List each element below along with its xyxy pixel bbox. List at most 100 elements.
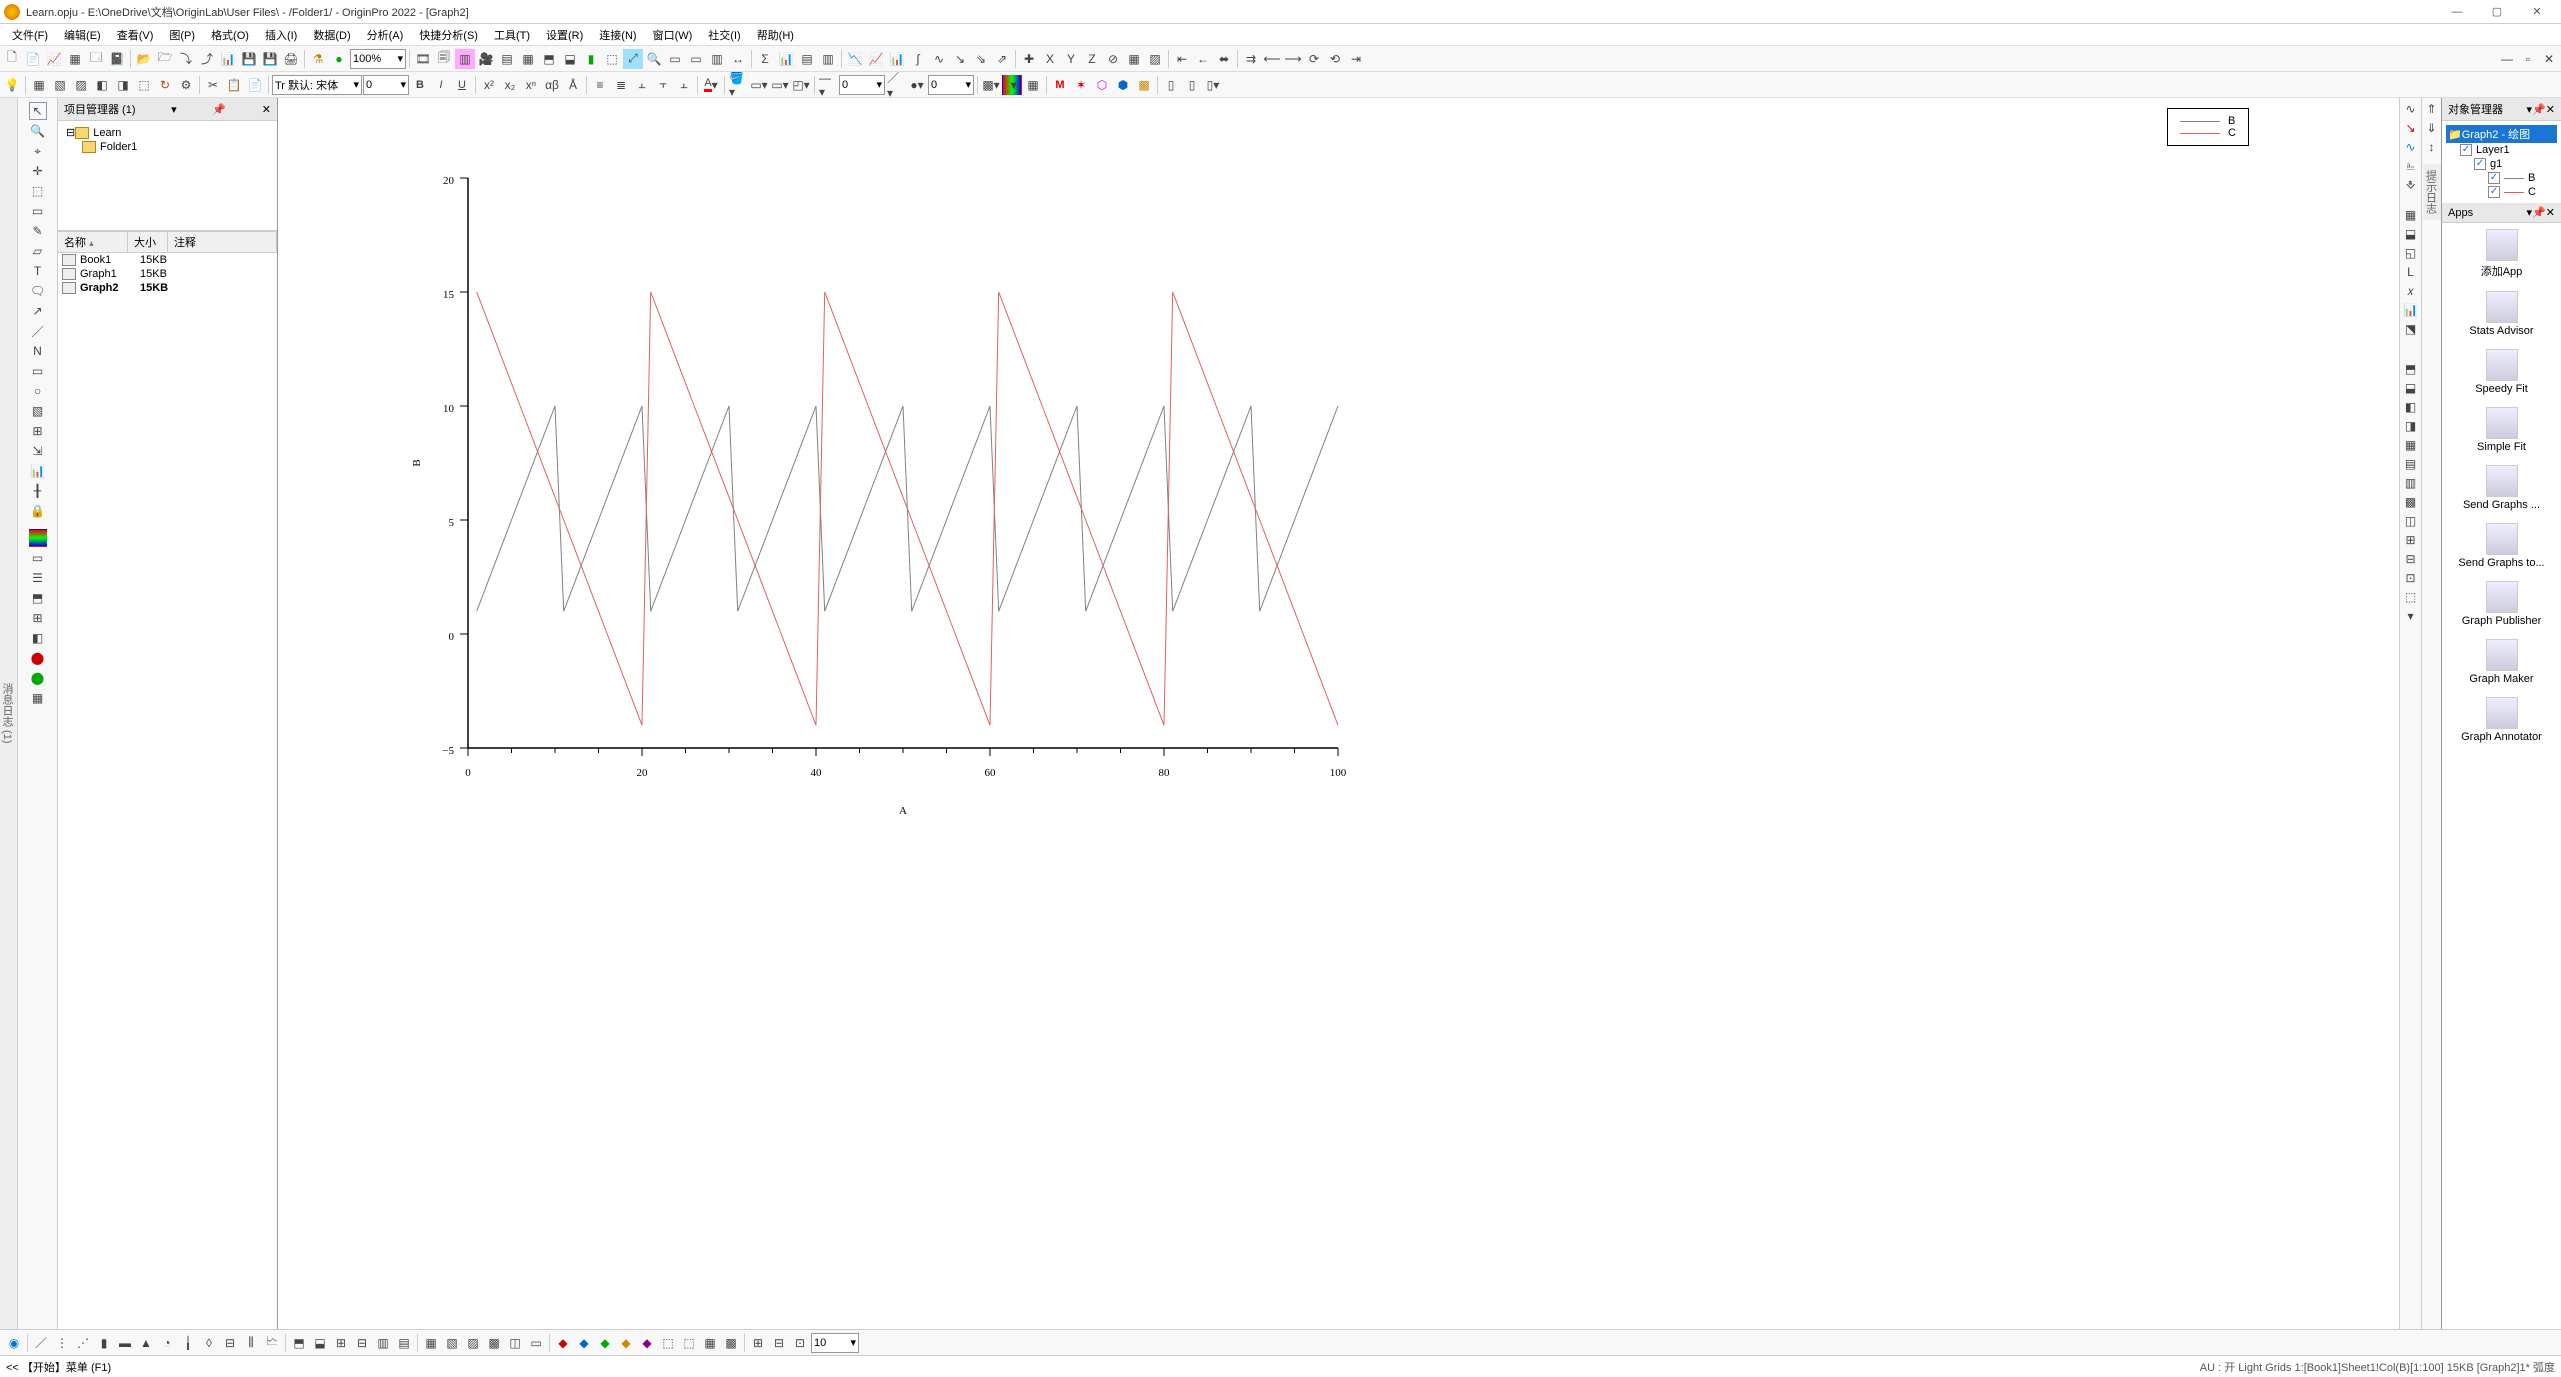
align-bot-button[interactable]: ⫠ — [674, 75, 694, 95]
pe-folder[interactable]: Folder1 — [62, 140, 273, 154]
rs-9b[interactable]: 𝑥 — [2402, 282, 2420, 300]
tb-btn-13[interactable]: ⇘ — [971, 49, 991, 69]
tb-btn-6[interactable]: ▤ — [797, 49, 817, 69]
bb-area-plot[interactable]: ▲ — [136, 1333, 156, 1353]
bb-box-plot[interactable]: ⊟ — [220, 1333, 240, 1353]
app-item[interactable]: Send Graphs to... — [2442, 517, 2561, 575]
bb-b5[interactable]: ▥ — [373, 1333, 393, 1353]
new-project-button[interactable]: 🗋 — [2, 49, 22, 69]
bb-e1[interactable]: ⊞ — [748, 1333, 768, 1353]
open-template-button[interactable]: 🗁 — [155, 49, 175, 69]
col-name[interactable]: 名称 ▴ — [58, 232, 128, 252]
tb-btn-2[interactable]: ▭ — [665, 49, 685, 69]
pe-pin-icon[interactable]: 📌 — [212, 103, 226, 116]
bb-b4[interactable]: ⊟ — [352, 1333, 372, 1353]
bb-hist-plot[interactable]: ⫼ — [241, 1333, 261, 1353]
sel-tool[interactable]: ▭ — [29, 202, 47, 220]
fontcolor-button[interactable]: A▾ — [701, 75, 721, 95]
recalculate-button[interactable]: ⚗ — [308, 49, 328, 69]
tb-btn-1[interactable]: ⬚ — [602, 49, 622, 69]
fit-button[interactable]: ∫ — [908, 49, 928, 69]
pe-list[interactable]: Book115KBGraph115KBGraph215KB — [58, 253, 277, 1329]
tb-btn-20[interactable]: ⇉ — [1241, 49, 1261, 69]
zoom-combo[interactable]: 100%▾ — [350, 49, 406, 69]
annotation-tool[interactable]: 🗨 — [29, 282, 47, 300]
apps-list[interactable]: 添加AppStats AdvisorSpeedy FitSimple FitSe… — [2442, 223, 2561, 1329]
ins-tool[interactable]: ⊞ — [29, 422, 47, 440]
menu-item[interactable]: 快捷分析(S) — [411, 27, 486, 43]
bb-e2[interactable]: ⊟ — [769, 1333, 789, 1353]
underline-button[interactable]: U — [452, 75, 472, 95]
app-item[interactable]: Graph Annotator — [2442, 691, 2561, 749]
addlayer-button[interactable]: ▦ — [518, 49, 538, 69]
msk-1[interactable]: ✶ — [1071, 75, 1091, 95]
import-button[interactable]: ⤵ — [176, 49, 196, 69]
tb-btn-18[interactable]: ← — [1193, 49, 1213, 69]
msk-4[interactable]: ▩ — [1134, 75, 1154, 95]
refresh-button[interactable]: ↻ — [155, 75, 175, 95]
rs-21[interactable]: ⊞ — [2402, 531, 2420, 549]
menu-item[interactable]: 社交(I) — [700, 27, 748, 43]
bb-c5[interactable]: ◫ — [505, 1333, 525, 1353]
tb-btn-24[interactable]: ⟲ — [1325, 49, 1345, 69]
tb-btn-12[interactable]: ↘ — [950, 49, 970, 69]
mask-button[interactable]: M — [1050, 75, 1070, 95]
app-item[interactable]: Graph Publisher — [2442, 575, 2561, 633]
bb-d3[interactable]: ◆ — [595, 1333, 615, 1353]
bb-b2[interactable]: ⬓ — [310, 1333, 330, 1353]
open-button[interactable]: 📂 — [134, 49, 154, 69]
border-button[interactable]: ▭▾ — [770, 75, 790, 95]
new-graph-button[interactable]: 📈 — [44, 49, 64, 69]
app-item[interactable]: Send Graphs ... — [2442, 459, 2561, 517]
save-button[interactable]: 💾 — [239, 49, 259, 69]
msk-3[interactable]: ⬢ — [1113, 75, 1133, 95]
plot-area[interactable]: 020406080100−505101520AB — [398, 158, 1358, 828]
x-button[interactable]: X — [1040, 49, 1060, 69]
bb-b3[interactable]: ⊞ — [331, 1333, 351, 1353]
pe-tree[interactable]: ⊟ LearnFolder1 — [58, 121, 277, 231]
rs2-2[interactable]: ⇓ — [2423, 119, 2441, 137]
bb-b6[interactable]: ▤ — [394, 1333, 414, 1353]
app-item[interactable]: Speedy Fit — [2442, 343, 2561, 401]
t5[interactable]: ⊞ — [29, 609, 47, 627]
t7[interactable]: ⬤ — [29, 649, 47, 667]
bb-3d-plot[interactable]: ◊ — [199, 1333, 219, 1353]
col-size[interactable]: 大小 — [128, 232, 168, 252]
rs-10[interactable]: 📊 — [2402, 301, 2420, 319]
stats-sum-button[interactable]: Σ — [755, 49, 775, 69]
zoompan-tool[interactable]: 🔍 — [29, 122, 47, 140]
bb-c6[interactable]: ▭ — [526, 1333, 546, 1353]
rs-12[interactable]: ⬒ — [2402, 360, 2420, 378]
legend-item[interactable]: C — [2180, 127, 2236, 139]
tb-btn-9[interactable]: 📈 — [866, 49, 886, 69]
tb-btn-10[interactable]: 📊 — [887, 49, 907, 69]
tgl-1[interactable]: ▦ — [29, 75, 49, 95]
om-plot-c[interactable]: ✓C — [2446, 185, 2557, 199]
app-item[interactable]: Simple Fit — [2442, 401, 2561, 459]
tb-btn-7[interactable]: ▥ — [818, 49, 838, 69]
rs-17[interactable]: ▤ — [2402, 455, 2420, 473]
stats-button[interactable]: 📊 — [776, 49, 796, 69]
menu-item[interactable]: 分析(A) — [359, 27, 412, 43]
pe-opts-icon[interactable]: ▾ — [171, 103, 177, 116]
sup-button[interactable]: x² — [479, 75, 499, 95]
rs-19[interactable]: ▩ — [2402, 493, 2420, 511]
tgl-2[interactable]: ▧ — [50, 75, 70, 95]
pe-folder[interactable]: ⊟ Learn — [62, 125, 273, 140]
pe-item[interactable]: Book115KB — [58, 253, 277, 267]
bgcolor-button[interactable]: ▭▾ — [749, 75, 769, 95]
rs-18[interactable]: ▥ — [2402, 474, 2420, 492]
reader-tool[interactable]: ⌖ — [29, 142, 47, 160]
open-excel-button[interactable]: 📊 — [218, 49, 238, 69]
rs-20[interactable]: ◫ — [2402, 512, 2420, 530]
new-layout-button[interactable]: 🗔 — [86, 49, 106, 69]
align-mid-button[interactable]: ⫟ — [653, 75, 673, 95]
om-layer[interactable]: ✓Layer1 — [2446, 143, 2557, 157]
zoom-in-button[interactable]: 🔍 — [644, 49, 664, 69]
rs-7[interactable]: ⬓ — [2402, 225, 2420, 243]
tb-btn-8[interactable]: 📉 — [845, 49, 865, 69]
rs-16[interactable]: ▦ — [2402, 436, 2420, 454]
bb-c2[interactable]: ▧ — [442, 1333, 462, 1353]
apps-close-icon[interactable]: ✕ — [2546, 206, 2555, 219]
corner-button[interactable]: ◰▾ — [791, 75, 811, 95]
